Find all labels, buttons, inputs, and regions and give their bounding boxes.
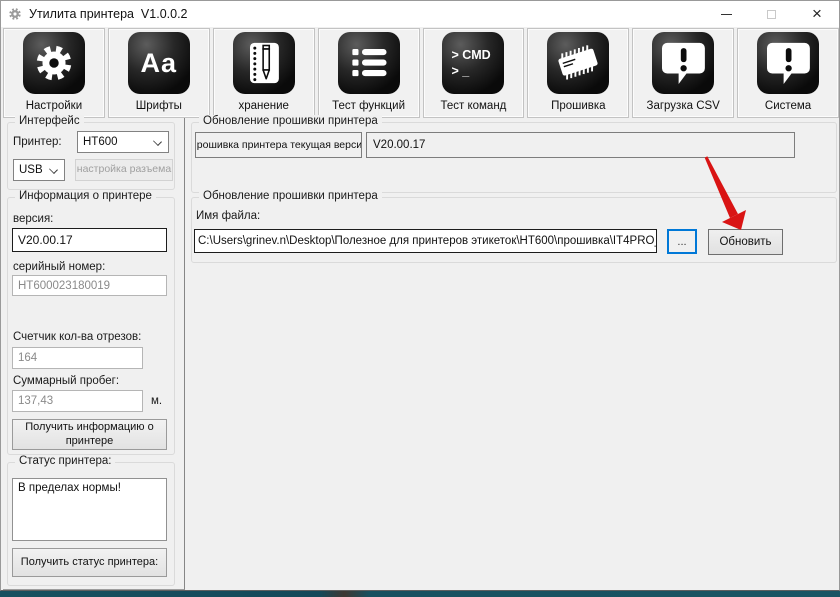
printer-utility-window: Утилита принтера V1.0.0.2 × Настройки [0,0,840,597]
cut-counter-field[interactable]: 164 [12,347,143,369]
maximize-button[interactable] [749,1,794,27]
printer-label: Принтер: [13,136,62,148]
app-gear-icon [8,7,22,21]
title-bar: Утилита принтера V1.0.0.2 × [1,1,839,27]
mileage-field[interactable]: 137,43 [12,390,143,412]
get-printer-info-button[interactable]: Получить информацию о принтере [12,419,167,450]
serial-field[interactable]: HT600023180019 [12,275,167,296]
port-select[interactable]: USB [13,159,65,181]
red-arrow-annotation [691,146,761,241]
cut-counter-label: Счетчик кол-ва отрезов: [13,331,141,343]
toolbar-item-fonts[interactable]: Aa Шрифты [108,28,210,118]
version-label: версия: [13,213,53,225]
list-icon [338,32,400,94]
get-printer-status-label: Получить статус принтера: [21,556,158,570]
version-field[interactable]: V20.00.17 [12,228,167,252]
window-body: Утилита принтера V1.0.0.2 × Настройки [0,0,840,591]
close-button[interactable]: × [794,1,840,27]
speech-bubble-icon [652,32,714,94]
printer-status-textarea[interactable]: В пределах нормы! [12,478,167,541]
file-name-label: Имя файла: [196,210,260,222]
firmware-version-group-label: Обновление прошивки принтера [199,115,382,127]
current-version-caption-box: Прошивка принтера текущая версия [195,132,362,158]
toolbar-item-load-csv[interactable]: Загрузка CSV [632,28,734,118]
toolbar-item-test-functions[interactable]: Тест функций [318,28,420,118]
firmware-file-path-input[interactable]: C:\Users\grinev.n\Desktop\Полезное для п… [194,229,657,253]
toolbar-label: хранение [238,100,288,112]
toolbar-label: Шрифты [136,100,182,112]
printer-model-select[interactable]: HT600 [77,131,169,153]
toolbar-item-settings[interactable]: Настройки [3,28,105,118]
firmware-update-group-label: Обновление прошивки принтера [199,190,382,202]
get-printer-status-button[interactable]: Получить статус принтера: [12,548,167,577]
toolbar-label: Тест функций [332,100,405,112]
toolbar-label: Тест команд [440,100,506,112]
fonts-icon: Aa [128,32,190,94]
fonts-icon-text: Aa [141,48,178,79]
mileage-unit-label: м. [151,395,162,407]
printer-info-group-label: Информация о принтере [15,190,156,202]
maximize-icon [767,10,776,19]
cmd-line1: > CMD [451,47,495,63]
toolbar-label: Система [765,100,811,112]
connector-settings-button[interactable]: настройка разъема [75,159,173,181]
interface-group-label: Интерфейс [15,115,84,127]
serial-label: серийный номер: [13,261,105,273]
toolbar-label: Загрузка CSV [647,100,720,112]
storage-notepad-icon [233,32,295,94]
close-icon: × [812,5,822,22]
printer-model-value: HT600 [83,136,118,148]
minimize-button[interactable] [704,1,749,27]
connector-settings-label: настройка разъема [77,163,171,176]
toolbar: Настройки Aa Шрифты [3,28,839,118]
get-printer-info-label: Получить информацию о принтере [19,421,160,449]
cmd-line2: > _ [451,63,495,79]
toolbar-label: Прошивка [551,100,606,112]
printer-status-group-label: Статус принтера: [15,455,115,467]
toolbar-label: Настройки [26,100,82,112]
toolbar-item-storage[interactable]: хранение [213,28,315,118]
toolbar-item-test-commands[interactable]: > CMD > _ Тест команд [423,28,525,118]
toolbar-item-system[interactable]: Система [737,28,839,118]
cmd-terminal-icon: > CMD > _ [442,32,504,94]
taskbar-strip [0,591,840,597]
speech-bubble-icon [757,32,819,94]
mileage-label: Суммарный пробег: [13,375,119,387]
chevron-down-icon [49,165,58,174]
toolbar-item-firmware[interactable]: Прошивка [527,28,629,118]
chevron-down-icon [153,137,162,146]
port-value: USB [19,164,43,176]
chip-icon [547,32,609,94]
window-title: Утилита принтера V1.0.0.2 [29,7,188,21]
gear-icon [23,32,85,94]
minimize-icon [721,14,732,15]
